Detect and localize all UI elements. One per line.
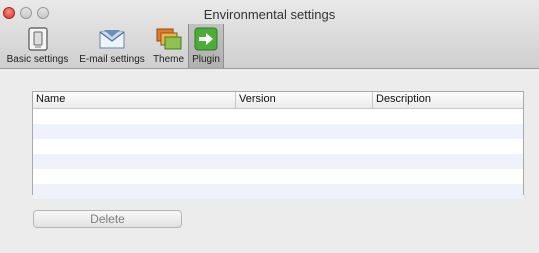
column-header-description[interactable]: Description — [373, 92, 523, 108]
toolbar-item-plugin[interactable]: Plugin — [188, 24, 224, 68]
plugin-table[interactable]: Name Version Description — [32, 91, 524, 199]
table-row — [33, 184, 523, 199]
toolbar-label: Basic settings — [6, 54, 69, 65]
table-row — [33, 139, 523, 154]
table-row — [33, 154, 523, 169]
column-header-name[interactable]: Name — [33, 92, 236, 108]
table-row — [33, 169, 523, 184]
toolbar-label: Theme — [152, 54, 185, 65]
table-row — [33, 124, 523, 139]
envelope-icon — [98, 26, 126, 52]
table-header: Name Version Description — [33, 92, 523, 109]
window-title: Environmental settings — [203, 7, 336, 22]
toolbar-label: Plugin — [192, 54, 220, 65]
toolbar-item-theme[interactable]: Theme — [149, 24, 188, 68]
switch-icon — [24, 26, 52, 52]
toolbar-label: E-mail settings — [79, 54, 145, 65]
plugin-arrow-icon — [192, 26, 220, 52]
toolbar-item-email-settings[interactable]: E-mail settings — [75, 24, 149, 68]
toolbar-item-basic-settings[interactable]: Basic settings — [0, 24, 75, 68]
theme-windows-icon — [155, 26, 183, 52]
window-titlebar: Environmental settings Basic settings E-… — [0, 0, 539, 69]
toolbar: Basic settings E-mail settings Theme Plu… — [0, 24, 224, 68]
delete-button[interactable]: Delete — [33, 210, 182, 228]
table-row — [33, 109, 523, 124]
column-header-version[interactable]: Version — [236, 92, 373, 108]
